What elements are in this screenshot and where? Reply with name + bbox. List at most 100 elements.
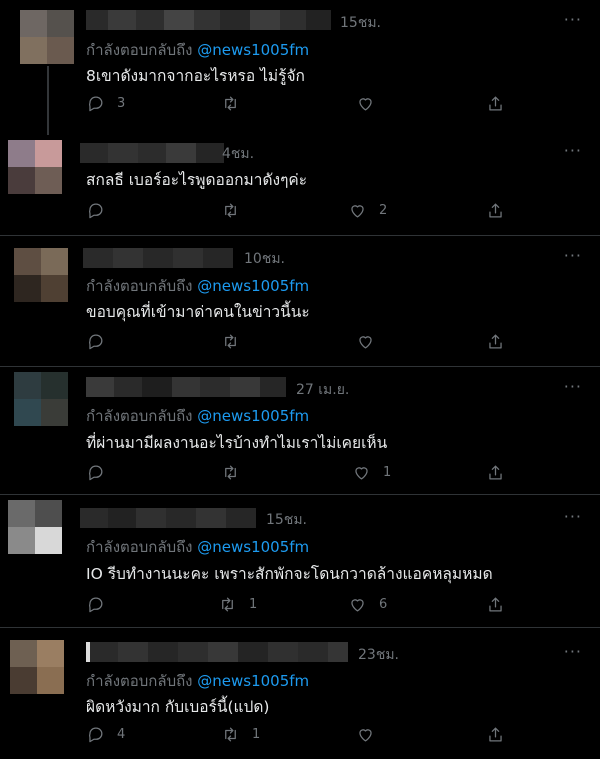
like-count: 1 — [383, 465, 392, 480]
like-button[interactable] — [356, 332, 387, 351]
share-button[interactable] — [486, 201, 505, 220]
like-icon — [359, 98, 372, 111]
reply-button[interactable]: 4 — [86, 725, 125, 744]
retweet-icon — [225, 727, 236, 742]
share-icon — [489, 96, 502, 111]
like-button[interactable]: 1 — [352, 463, 391, 482]
retweet-icon — [225, 465, 236, 480]
reply-to-line: กำลังตอบกลับถึง @news1005fm — [86, 669, 309, 693]
share-icon — [489, 465, 502, 480]
tweet-5[interactable]: 15ชม. ··· กำลังตอบกลับถึง @news1005fm IO… — [0, 495, 600, 627]
share-icon — [489, 203, 502, 218]
reply-to-line: กำลังตอบกลับถึง @news1005fm — [86, 404, 309, 428]
reply-icon — [88, 597, 103, 613]
more-icon[interactable]: ··· — [564, 141, 582, 160]
tweet-actions: 4 1 — [86, 725, 506, 747]
more-icon[interactable]: ··· — [564, 642, 582, 661]
share-icon — [489, 727, 502, 742]
mention-link[interactable]: @news1005fm — [197, 407, 309, 425]
tweet-time[interactable]: 23ชม. — [358, 644, 399, 666]
share-button[interactable] — [486, 463, 505, 482]
tweet-text: ขอบคุณที่เข้ามาด่าคนในข่าวนี้นะ — [86, 303, 310, 321]
like-icon — [359, 336, 372, 349]
tweet-3[interactable]: 10ชม. ··· กำลังตอบกลับถึง @news1005fm ขอ… — [0, 236, 600, 366]
more-icon[interactable]: ··· — [564, 246, 582, 265]
retweet-icon — [225, 334, 236, 349]
share-button[interactable] — [486, 332, 505, 351]
reply-to-line: กำลังตอบกลับถึง @news1005fm — [86, 38, 309, 62]
like-count: 6 — [379, 597, 388, 612]
tweet-actions: 2 — [86, 201, 506, 223]
like-button[interactable] — [356, 94, 387, 113]
like-icon — [359, 729, 372, 742]
tweet-actions: 1 6 — [86, 595, 506, 617]
like-icon — [351, 599, 364, 612]
reply-icon — [88, 465, 103, 481]
share-button[interactable] — [486, 725, 505, 744]
reply-prefix: กำลังตอบกลับถึง — [86, 538, 193, 556]
retweet-icon — [225, 203, 236, 218]
like-button[interactable]: 2 — [348, 201, 387, 220]
retweet-button[interactable] — [221, 201, 252, 220]
share-button[interactable] — [486, 94, 505, 113]
avatar[interactable] — [10, 640, 64, 694]
redacted-username — [86, 642, 348, 662]
tweet-text: 8เขาดังมากจากอะไรหรอ ไม่รู้จัก — [86, 67, 305, 85]
mention-link[interactable]: @news1005fm — [197, 672, 309, 690]
reply-to-line: กำลังตอบกลับถึง @news1005fm — [86, 535, 309, 559]
tweet-time[interactable]: 10ชม. — [244, 248, 285, 270]
reply-prefix: กำลังตอบกลับถึง — [86, 407, 193, 425]
retweet-button[interactable] — [221, 332, 252, 351]
tweet-time[interactable]: 15ชม. — [266, 509, 307, 531]
redacted-username — [80, 508, 256, 528]
mention-link[interactable]: @news1005fm — [197, 538, 309, 556]
like-button[interactable]: 6 — [348, 595, 387, 614]
retweet-icon — [225, 96, 236, 111]
tweet-time[interactable]: 27 เม.ย. — [296, 379, 349, 401]
reply-button[interactable]: 3 — [86, 94, 125, 113]
avatar[interactable] — [14, 372, 68, 426]
tweet-text: ผิดหวังมาก กับเบอร์นี้(แปด) — [86, 698, 270, 716]
avatar[interactable] — [14, 248, 68, 302]
share-button[interactable] — [486, 595, 505, 614]
mention-link[interactable]: @news1005fm — [197, 277, 309, 295]
reply-prefix: กำลังตอบกลับถึง — [86, 277, 193, 295]
redacted-username — [86, 377, 286, 397]
avatar[interactable] — [8, 500, 62, 554]
tweet-6[interactable]: 23ชม. ··· กำลังตอบกลับถึง @news1005fm ผิ… — [0, 628, 600, 759]
tweet-2[interactable]: 4ชม. ··· สกลธี เบอร์อะไรพูดออกมาดังๆค่ะ … — [0, 135, 600, 235]
tweet-text: ที่ผ่านมามีผลงานอะไรบ้างทำไมเราไม่เคยเห็… — [86, 434, 388, 452]
like-icon — [351, 205, 364, 218]
tweet-time[interactable]: 15ชม. — [340, 12, 381, 34]
tweet-text: สกลธี เบอร์อะไรพูดออกมาดังๆค่ะ — [86, 171, 308, 189]
redacted-username — [83, 248, 233, 268]
thread-line — [47, 66, 49, 135]
more-icon[interactable]: ··· — [564, 507, 582, 526]
tweet-text: IO รีบทำงานนะคะ เพราะสักพักจะโดนกวาดล้าง… — [86, 565, 493, 583]
like-icon — [355, 467, 368, 480]
like-button[interactable] — [356, 725, 387, 744]
avatar[interactable] — [20, 10, 74, 64]
retweet-button[interactable]: 1 — [221, 725, 260, 744]
retweet-button[interactable] — [221, 463, 252, 482]
reply-button[interactable] — [86, 201, 117, 220]
reply-button[interactable] — [86, 595, 117, 614]
redacted-username — [80, 143, 224, 163]
reply-count: 3 — [117, 96, 126, 111]
reply-button[interactable] — [86, 332, 117, 351]
retweet-button[interactable] — [221, 94, 252, 113]
tweet-time[interactable]: 4ชม. — [222, 143, 254, 165]
more-icon[interactable]: ··· — [564, 10, 582, 29]
reply-prefix: กำลังตอบกลับถึง — [86, 41, 193, 59]
retweet-count: 1 — [249, 597, 258, 612]
retweet-button[interactable]: 1 — [218, 595, 257, 614]
more-icon[interactable]: ··· — [564, 377, 582, 396]
tweet-actions — [86, 332, 506, 354]
reply-button[interactable] — [86, 463, 117, 482]
tweet-4[interactable]: 27 เม.ย. ··· กำลังตอบกลับถึง @news1005fm… — [0, 367, 600, 494]
reply-icon — [88, 334, 103, 350]
tweet-1[interactable]: 15ชม. ··· กำลังตอบกลับถึง @news1005fm 8เ… — [0, 0, 600, 135]
mention-link[interactable]: @news1005fm — [197, 41, 309, 59]
avatar[interactable] — [8, 140, 62, 194]
reply-icon — [88, 96, 103, 112]
